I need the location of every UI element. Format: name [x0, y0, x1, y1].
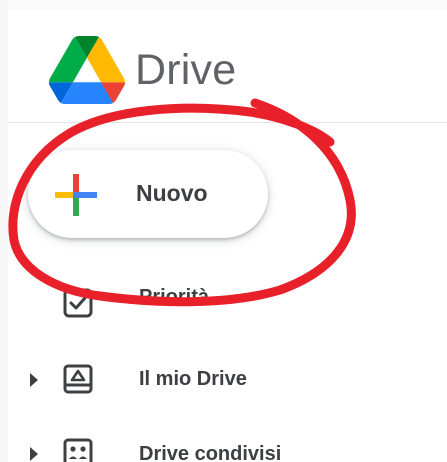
sidebar-item-label: Priorità	[139, 286, 210, 308]
plus-icon	[55, 174, 97, 216]
expand-arrow-icon[interactable]	[30, 447, 38, 461]
left-edge	[0, 0, 8, 462]
my-drive-icon	[63, 364, 93, 394]
sidebar-item-my-drive[interactable]: Il mio Drive	[8, 350, 447, 410]
sidebar-item-priority[interactable]: Priorità	[8, 275, 447, 335]
sidebar-item-label: Drive condivisi	[139, 443, 282, 462]
app-title: Drive	[135, 46, 237, 94]
shared-drives-icon	[63, 438, 93, 462]
drive-sidebar-window: Drive Nuovo Priorità Il mio Drive Drive …	[0, 0, 447, 462]
sidebar-item-label: Il mio Drive	[139, 368, 247, 390]
checkbox-icon	[63, 288, 93, 318]
top-edge	[0, 0, 447, 10]
new-button-label: Nuovo	[136, 180, 208, 206]
google-drive-logo-icon[interactable]	[48, 36, 126, 104]
drive-header: Drive	[8, 10, 447, 123]
sidebar-item-shared-drives[interactable]: Drive condivisi	[8, 425, 447, 462]
expand-arrow-icon[interactable]	[30, 373, 38, 387]
new-button[interactable]: Nuovo	[28, 150, 268, 238]
